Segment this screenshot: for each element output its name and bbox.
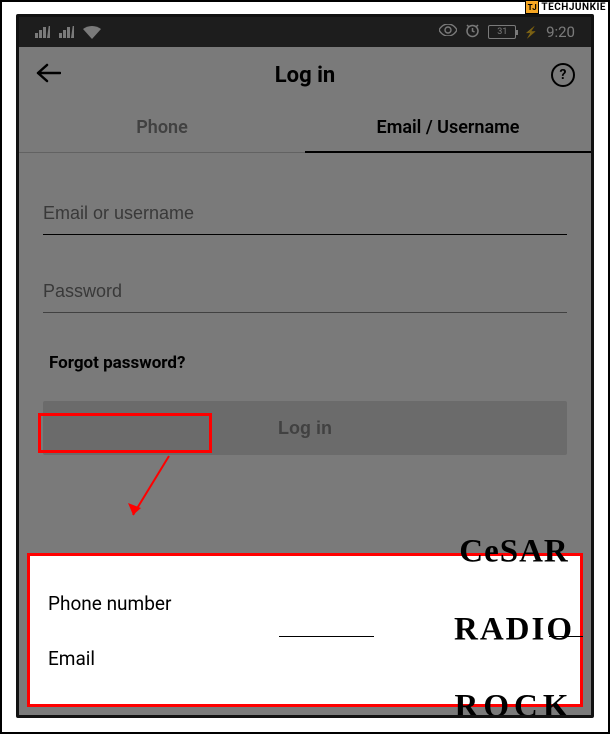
forgot-password-sheet: Phone number Email CeSAR RADIO ROCK xyxy=(27,553,583,707)
battery-icon: 31 xyxy=(488,25,516,39)
watermark-cesar-radio-rock: CeSAR RADIO ROCK xyxy=(454,488,574,718)
status-bar: 31 ⚡ 9:20 xyxy=(19,17,591,47)
eye-icon xyxy=(439,24,457,40)
page-title: Log in xyxy=(275,63,336,88)
login-form: Forgot password? Log in xyxy=(19,153,591,455)
back-arrow-icon[interactable] xyxy=(35,61,61,89)
password-input[interactable] xyxy=(43,271,567,313)
watermark-line-right xyxy=(549,636,583,637)
app-header: Log in ? xyxy=(19,47,591,103)
watermark-techjunkie: TJ TECHJUNKIE xyxy=(525,0,606,14)
wifi-icon xyxy=(83,26,101,39)
help-icon[interactable]: ? xyxy=(551,63,575,87)
phone-frame: 31 ⚡ 9:20 Log in ? Phone Email / Usernam… xyxy=(16,14,594,718)
login-tabs: Phone Email / Username xyxy=(19,103,591,153)
tj-badge-icon: TJ xyxy=(525,0,539,14)
email-username-input[interactable] xyxy=(43,193,567,235)
tab-phone[interactable]: Phone xyxy=(19,103,305,153)
watermark-line-left xyxy=(279,636,374,637)
signal-icon-1 xyxy=(35,26,51,38)
login-button[interactable]: Log in xyxy=(43,401,567,455)
charging-icon: ⚡ xyxy=(524,26,538,39)
alarm-icon xyxy=(465,23,480,42)
forgot-password-link[interactable]: Forgot password? xyxy=(43,349,191,377)
watermark-techjunkie-text: TECHJUNKIE xyxy=(541,2,606,13)
status-time: 9:20 xyxy=(546,23,575,41)
tab-email-username[interactable]: Email / Username xyxy=(305,103,591,153)
signal-icon-2 xyxy=(59,26,75,38)
battery-percent: 31 xyxy=(497,27,507,37)
